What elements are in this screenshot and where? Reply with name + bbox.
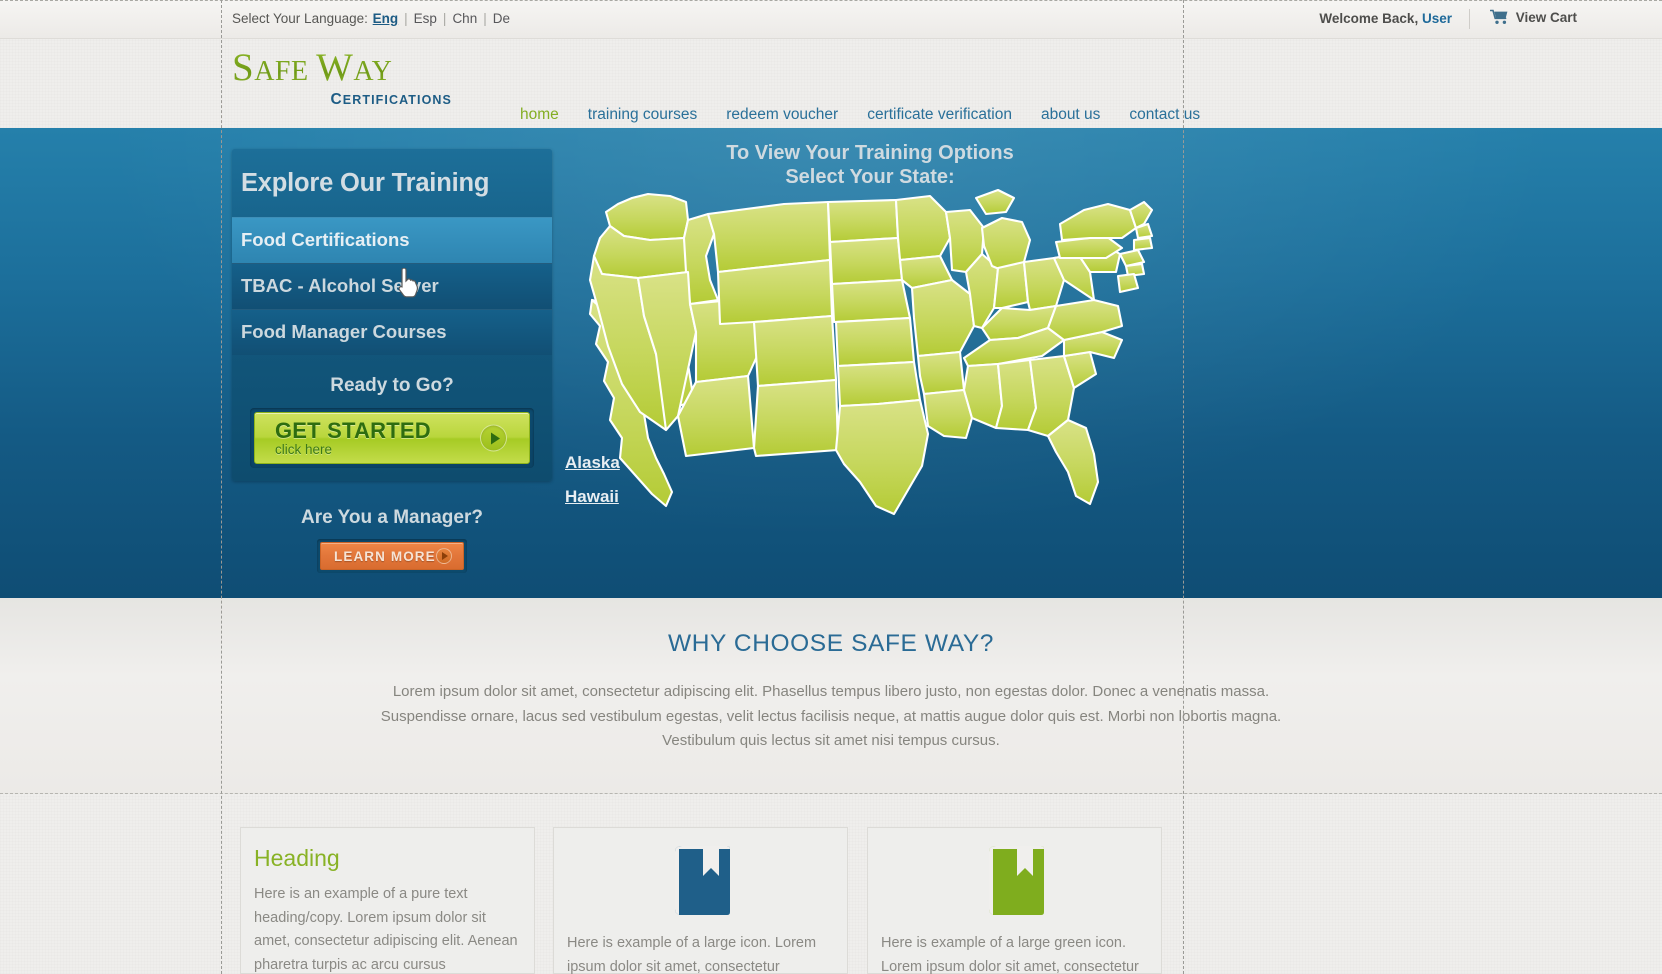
main-navigation: home training courses redeem voucher cer… — [520, 106, 1200, 124]
offshore-state-links: Alaska Hawaii — [565, 453, 620, 507]
explore-training-box: Explore Our Training Food Certifications… — [232, 149, 552, 481]
nav-item-certificate-verification[interactable]: certificate verification — [867, 106, 1012, 124]
nav-item-training-courses[interactable]: training courses — [588, 106, 697, 124]
nav-item-about-us[interactable]: about us — [1041, 106, 1100, 124]
welcome-prefix: Welcome Back, — [1319, 11, 1419, 26]
site-header: SAFE WAY CERTIFICATIONS home training co… — [0, 39, 1662, 128]
sidebar-item-food-manager-courses[interactable]: Food Manager Courses — [232, 309, 552, 355]
why-choose-title: WHY CHOOSE SAFE WAY? — [667, 630, 994, 657]
card-heading: Heading — [254, 845, 340, 871]
language-divider: | — [442, 11, 447, 26]
language-option-eng[interactable]: Eng — [373, 11, 399, 26]
language-divider: | — [404, 11, 408, 26]
play-arrow-icon — [480, 424, 507, 452]
feature-cards: Heading Here is an example of a pure tex… — [0, 794, 1662, 974]
manager-question-label: Are You a Manager? — [301, 507, 483, 528]
book-bookmark-icon — [669, 846, 733, 922]
feature-card-blue-icon: Here is example of a large icon. Lorem i… — [553, 827, 848, 974]
top-dashed-rule — [0, 0, 1662, 1]
learn-more-label: LEARN MORE — [334, 548, 436, 564]
sidebar-item-tbac-alcohol-server[interactable]: TBAC - Alcohol Server — [232, 263, 552, 309]
card-icon-container — [868, 828, 1161, 923]
state-link-alaska[interactable]: Alaska — [565, 453, 620, 473]
nav-item-contact-us[interactable]: contact us — [1129, 106, 1200, 124]
welcome-message: Welcome Back, User — [1319, 11, 1452, 26]
map-heading-line1: To View Your Training Options — [726, 142, 1014, 164]
us-state-map[interactable] — [578, 176, 1158, 536]
explore-training-panel: Explore Our Training Food Certifications… — [232, 149, 552, 573]
language-option-esp[interactable]: Esp — [414, 11, 437, 26]
panel-title: Explore Our Training — [232, 149, 552, 217]
feature-card-text: Heading Here is an example of a pure tex… — [240, 827, 535, 974]
card-body: Here is example of a large green icon. L… — [881, 935, 1139, 974]
site-logo[interactable]: SAFE WAY CERTIFICATIONS — [232, 47, 452, 109]
state-map-area: To View Your Training Options Select You… — [560, 128, 1180, 598]
utility-bar: Select Your Language: Eng | Esp | Chn | De Wel… — [0, 0, 1662, 39]
view-cart-label: View Cart — [1515, 9, 1577, 25]
get-started-frame: GET STARTED click here — [250, 408, 534, 468]
card-body: Here is example of a large icon. Lorem i… — [567, 935, 817, 974]
why-choose-body: Lorem ipsum dolor sit amet, consectetur … — [380, 683, 1282, 749]
card-body: Here is an example of a pure text headin… — [254, 886, 518, 973]
logo-wordmark: SAFE WAY — [232, 47, 452, 93]
learn-more-frame: LEARN MORE — [317, 539, 467, 573]
get-started-button[interactable]: GET STARTED click here — [254, 412, 530, 464]
language-label: Select Your Language: — [232, 11, 368, 26]
logo-tagline: CERTIFICATIONS — [330, 91, 452, 108]
learn-more-button[interactable]: LEARN MORE — [320, 542, 464, 570]
language-option-de[interactable]: De — [493, 11, 510, 26]
book-bookmark-icon — [983, 846, 1047, 922]
view-cart-button[interactable]: View Cart — [1489, 9, 1577, 25]
ready-to-go-label: Ready to Go? — [330, 375, 454, 396]
language-divider: | — [483, 11, 487, 26]
nav-item-home[interactable]: home — [520, 106, 559, 124]
feature-card-green-icon: Here is example of a large green icon. L… — [867, 827, 1162, 974]
sidebar-item-food-certifications[interactable]: Food Certifications — [232, 217, 552, 263]
nav-item-redeem-voucher[interactable]: redeem voucher — [726, 106, 838, 124]
hero-section: Explore Our Training Food Certifications… — [0, 128, 1662, 598]
welcome-username[interactable]: User — [1422, 11, 1452, 26]
language-selector: Select Your Language: Eng | Esp | Chn | De — [232, 11, 511, 26]
shopping-cart-icon — [1489, 9, 1509, 25]
card-icon-container — [554, 828, 847, 923]
play-arrow-icon — [436, 548, 452, 564]
why-choose-section: WHY CHOOSE SAFE WAY? Lorem ipsum dolor s… — [0, 598, 1662, 794]
page-root: Select Your Language: Eng | Esp | Chn | De Wel… — [0, 0, 1662, 974]
language-option-chn[interactable]: Chn — [452, 11, 477, 26]
state-link-hawaii[interactable]: Hawaii — [565, 487, 620, 507]
utility-divider — [1469, 9, 1470, 29]
